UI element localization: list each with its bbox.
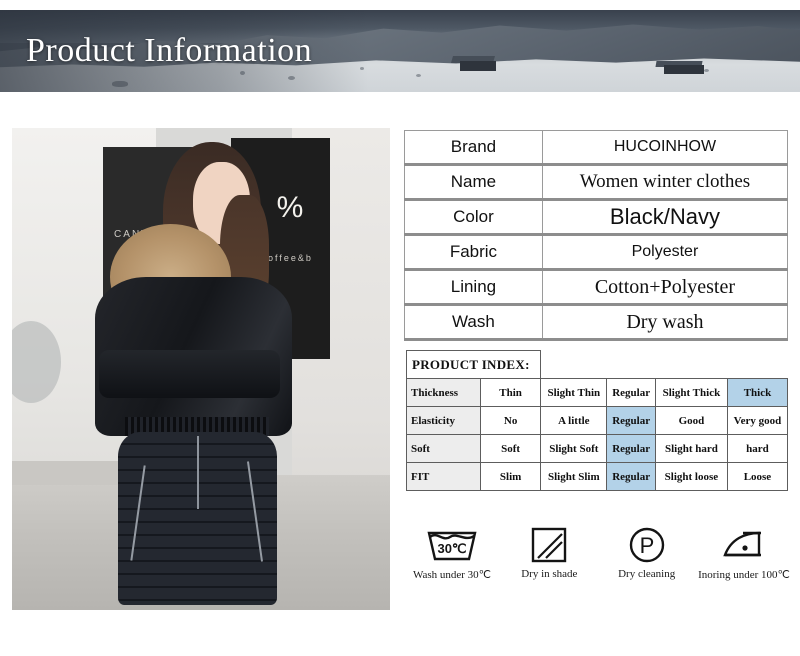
wash-tub-icon: 30℃: [406, 524, 498, 566]
spec-value: Dry wash: [542, 304, 789, 341]
spec-key: Wash: [404, 304, 543, 341]
spec-value: Black/Navy: [542, 199, 789, 236]
index-cell: Regular: [606, 378, 656, 407]
spec-key: Color: [404, 199, 543, 236]
index-cell: Slight hard: [654, 434, 728, 463]
index-cell: Good: [654, 406, 728, 435]
svg-text:P: P: [639, 533, 654, 558]
index-cell: No: [479, 406, 542, 435]
spec-value: HUCOINHOW: [542, 130, 789, 166]
product-index-title: PRODUCT INDEX:: [405, 350, 542, 379]
index-row-label: Elasticity: [406, 406, 481, 435]
care-item-iron: Inoring under 100℃: [698, 524, 790, 581]
table-row: Wash Dry wash: [404, 304, 789, 341]
spec-value: Cotton+Polyester: [542, 269, 789, 306]
table-row: Brand HUCOINHOW: [404, 130, 789, 166]
index-cell-selected: Regular: [606, 434, 656, 463]
photo-folded-arms: [98, 349, 281, 398]
care-item-wash: 30℃ Wash under 30℃: [406, 524, 498, 581]
svg-text:30℃: 30℃: [437, 541, 466, 556]
table-row: Lining Cotton+Polyester: [404, 269, 789, 306]
table-row: Color Black/Navy: [404, 199, 789, 236]
table-row-header: PRODUCT INDEX:: [405, 350, 788, 379]
index-cell-selected: Thick: [726, 378, 789, 407]
index-cell: Slight Slim: [540, 462, 608, 491]
photo-center-zipper: [197, 436, 200, 509]
index-cell: Very good: [726, 406, 789, 435]
dry-clean-p-icon: P: [601, 524, 693, 566]
table-row: FIT Slim Slight Slim Regular Slight loos…: [406, 462, 789, 491]
index-cell: A little: [540, 406, 608, 435]
care-item-dry-shade: Dry in shade: [503, 524, 595, 580]
photo-percent-logo: %: [276, 190, 304, 224]
banner-rock: [416, 73, 421, 77]
index-row-label: Thickness: [406, 378, 481, 407]
index-cell: Thin: [479, 378, 542, 407]
index-cell: Slight Thin: [540, 378, 608, 407]
spec-key: Brand: [404, 130, 543, 166]
product-spec-table: Brand HUCOINHOW Name Women winter clothe…: [404, 130, 789, 341]
table-row: Fabric Polyester: [404, 234, 789, 271]
banner-cabin-body: [664, 64, 704, 74]
index-cell: Slight Thick: [654, 378, 728, 407]
index-cell: Loose: [726, 462, 789, 491]
index-cell: Soft: [479, 434, 542, 463]
index-cell: Slight Soft: [540, 434, 608, 463]
product-photo: CANVA % coffee&b: [12, 128, 390, 610]
spec-key: Lining: [404, 269, 543, 306]
index-cell-selected: Regular: [606, 406, 656, 435]
iron-one-dot-icon: [698, 524, 790, 566]
index-row-label: Soft: [406, 434, 481, 463]
product-index-table: PRODUCT INDEX: Thickness Thin Slight Thi…: [405, 350, 789, 491]
care-caption: Wash under 30℃: [412, 569, 492, 581]
spec-value: Polyester: [542, 234, 789, 271]
dry-in-shade-icon: [503, 524, 595, 566]
page-header-banner: Product Information: [0, 10, 800, 92]
table-row: Thickness Thin Slight Thin Regular Sligh…: [406, 378, 789, 407]
table-row: Name Women winter clothes: [404, 164, 789, 201]
spec-key: Name: [404, 164, 543, 201]
care-caption: Dry in shade: [521, 568, 578, 580]
index-cell: hard: [726, 434, 789, 463]
spec-key: Fabric: [404, 234, 543, 271]
table-row: Soft Soft Slight Soft Regular Slight har…: [406, 434, 789, 463]
page-title: Product Information: [26, 32, 313, 69]
index-cell: Slight loose: [654, 462, 728, 491]
spec-value: Women winter clothes: [542, 164, 789, 201]
care-instructions: 30℃ Wash under 30℃ Dry in shade P Dry cl…: [406, 524, 790, 581]
table-row: Elasticity No A little Regular Good Very…: [406, 406, 789, 435]
photo-storefront-text: coffee&b: [261, 253, 313, 264]
care-caption: Dry cleaning: [618, 568, 676, 580]
index-cell: Slim: [479, 462, 542, 491]
index-row-label: FIT: [406, 462, 481, 491]
banner-cabin-body: [460, 60, 496, 71]
care-caption: Inoring under 100℃: [698, 569, 790, 581]
index-cell-selected: Regular: [606, 462, 656, 491]
spacer-cell: [541, 351, 788, 379]
care-item-dry-clean: P Dry cleaning: [601, 524, 693, 580]
